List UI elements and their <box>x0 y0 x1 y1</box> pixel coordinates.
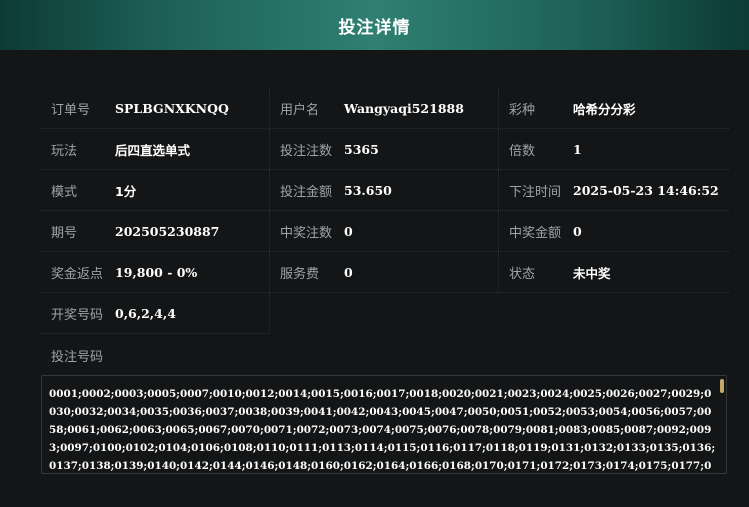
bet-numbers-box[interactable]: 0001;0002;0003;0005;0007;0010;0012;0014;… <box>41 375 727 474</box>
field-label: 玩法 <box>51 143 78 159</box>
dialog-title: 投注详情 <box>338 17 411 38</box>
service-fee-value: 0 <box>344 264 353 280</box>
field-draw-numbers: 开奖号码 0,6,2,4,4 <box>41 293 270 334</box>
field-issue: 期号 202505230887 <box>41 211 270 251</box>
dialog-header: 投注详情 <box>0 0 749 50</box>
field-label: 投注注数 <box>280 143 333 159</box>
field-username: 用户名 Wangyaqi521888 <box>270 88 499 128</box>
field-label: 用户名 <box>280 102 320 118</box>
username-value: Wangyaqi521888 <box>344 100 464 116</box>
detail-row: 玩法 后四直选单式 投注注数 5365 倍数 1 <box>41 129 729 170</box>
field-label: 奖金返点 <box>51 266 104 282</box>
detail-row: 开奖号码 0,6,2,4,4 <box>41 293 729 334</box>
field-label: 模式 <box>51 184 78 200</box>
field-bet-amount: 投注金额 53.650 <box>270 170 499 210</box>
mode-value: 1分 <box>115 183 137 199</box>
field-label: 开奖号码 <box>51 307 104 323</box>
bet-amount-value: 53.650 <box>344 182 392 198</box>
field-label: 订单号 <box>51 102 91 118</box>
empty-cell <box>270 293 499 334</box>
issue-value: 202505230887 <box>115 223 220 239</box>
draw-numbers-value: 0,6,2,4,4 <box>115 305 176 321</box>
multiple-value: 1 <box>573 141 582 157</box>
rebate-value: 19,800 - 0% <box>115 264 198 280</box>
field-rebate: 奖金返点 19,800 - 0% <box>41 252 270 292</box>
field-label: 彩种 <box>509 102 536 118</box>
bet-count-value: 5365 <box>344 141 379 157</box>
detail-row: 模式 1分 投注金额 53.650 下注时间 2025-05-23 14:46:… <box>41 170 729 211</box>
empty-cell <box>499 293 728 334</box>
detail-grid: 订单号 SPLBGNXKNQQ 用户名 Wangyaqi521888 彩种 哈希… <box>41 88 729 334</box>
detail-row: 订单号 SPLBGNXKNQQ 用户名 Wangyaqi521888 彩种 哈希… <box>41 88 729 129</box>
field-service-fee: 服务费 0 <box>270 252 499 292</box>
field-label: 状态 <box>509 266 536 282</box>
field-label: 倍数 <box>509 143 536 159</box>
field-label: 中奖注数 <box>280 225 333 241</box>
detail-row: 期号 202505230887 中奖注数 0 中奖金额 0 <box>41 211 729 252</box>
bet-numbers-label: 投注号码 <box>51 350 104 365</box>
status-value: 未中奖 <box>573 265 611 281</box>
field-win-count: 中奖注数 0 <box>270 211 499 251</box>
field-label: 投注金额 <box>280 184 333 200</box>
lottery-value: 哈希分分彩 <box>573 101 636 117</box>
field-play: 玩法 后四直选单式 <box>41 129 270 169</box>
field-label: 中奖金额 <box>509 225 562 241</box>
field-bet-count: 投注注数 5365 <box>270 129 499 169</box>
field-bet-time: 下注时间 2025-05-23 14:46:52 <box>499 170 728 210</box>
bet-numbers-text: 0001;0002;0003;0005;0007;0010;0012;0014;… <box>49 388 716 472</box>
play-value: 后四直选单式 <box>115 142 191 158</box>
scrollbar-thumb[interactable] <box>720 379 724 393</box>
field-lottery: 彩种 哈希分分彩 <box>499 88 728 128</box>
field-multiple: 倍数 1 <box>499 129 728 169</box>
order-no-value: SPLBGNXKNQQ <box>115 100 229 116</box>
win-amount-value: 0 <box>573 223 582 239</box>
field-label: 下注时间 <box>509 184 562 200</box>
field-win-amount: 中奖金额 0 <box>499 211 728 251</box>
field-label: 服务费 <box>280 266 320 282</box>
field-label: 期号 <box>51 225 78 241</box>
bet-time-value: 2025-05-23 14:46:52 <box>573 182 719 198</box>
win-count-value: 0 <box>344 223 353 239</box>
bet-detail-dialog: 投注详情 订单号 SPLBGNXKNQQ 用户名 Wangyaqi521888 … <box>0 0 749 507</box>
detail-row: 奖金返点 19,800 - 0% 服务费 0 状态 未中奖 <box>41 252 729 293</box>
field-mode: 模式 1分 <box>41 170 270 210</box>
field-status: 状态 未中奖 <box>499 252 728 292</box>
field-order-no: 订单号 SPLBGNXKNQQ <box>41 88 270 128</box>
